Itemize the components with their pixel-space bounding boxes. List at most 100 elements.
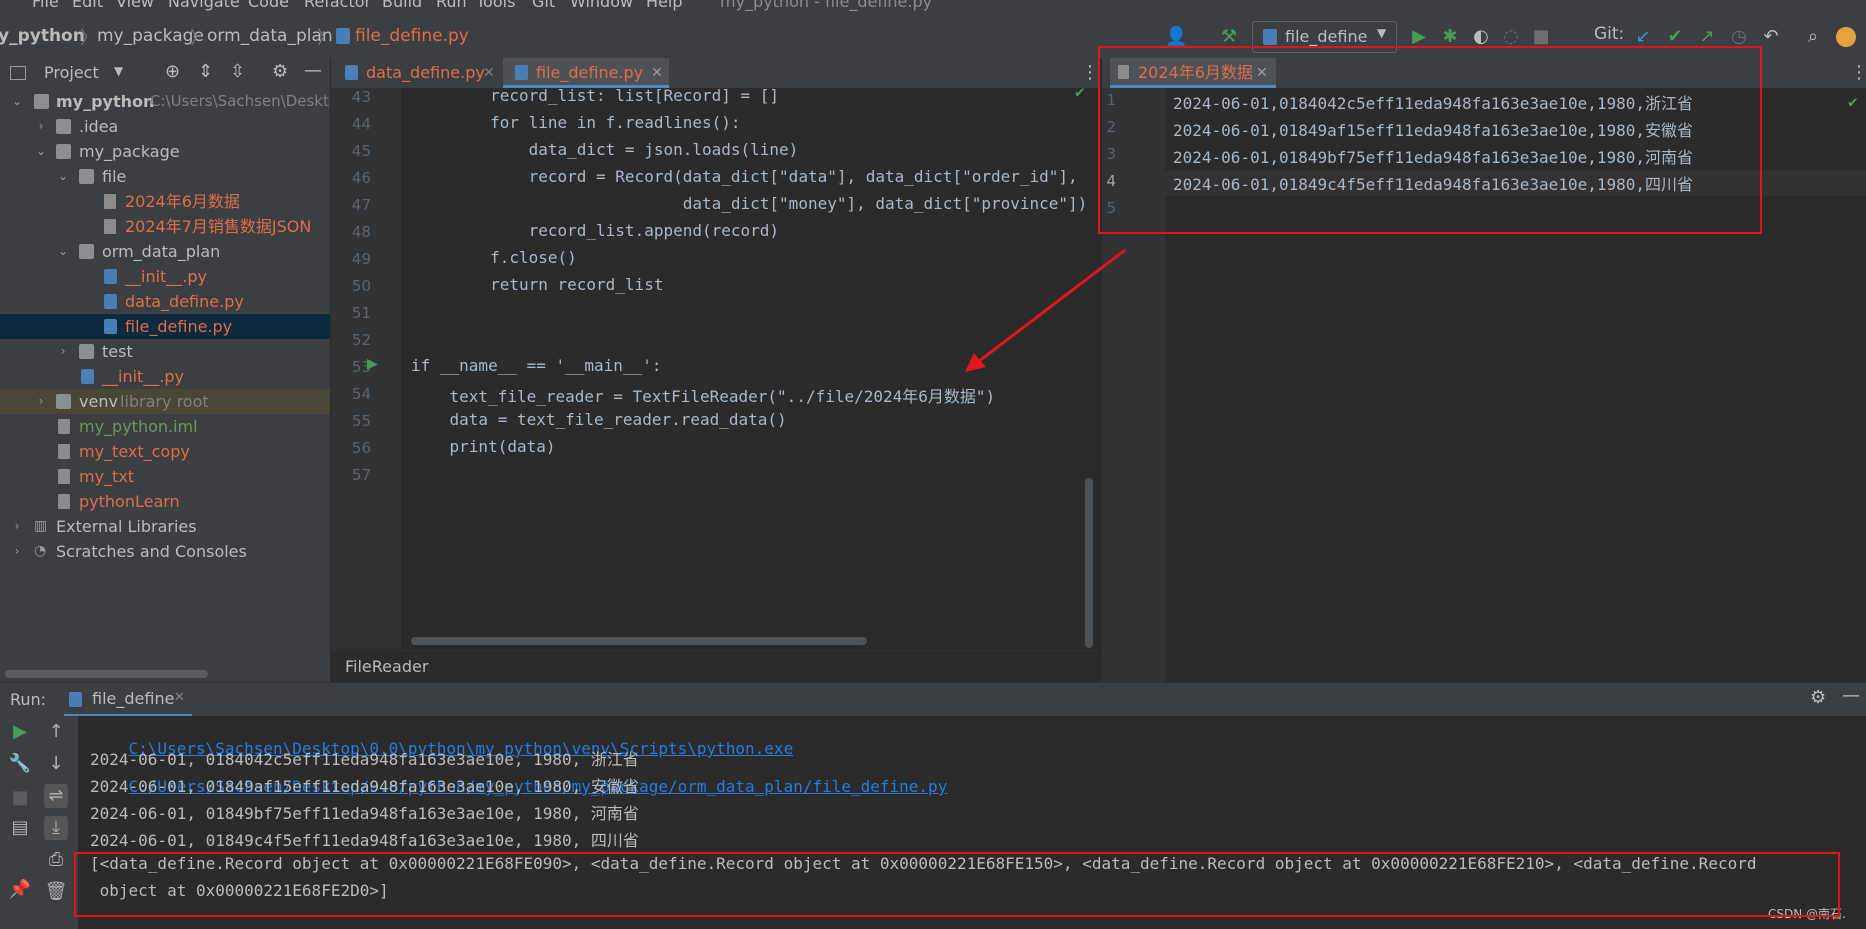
wrench-icon[interactable]: 🔧 [8,752,32,776]
coverage-icon[interactable]: ◐ [1470,26,1492,48]
profile-icon[interactable]: ◌ [1500,26,1522,48]
expand-all-icon[interactable]: ⇕ [198,61,213,82]
menu-item-code[interactable]: Code [248,0,289,11]
tree-item-file-define[interactable]: file_define.py [0,314,330,339]
code-line-45: data_dict = json.loads(line) [413,140,799,159]
gear-icon[interactable]: ⚙ [272,61,288,82]
code-text: data_dict["money"], data_dict["province"… [413,194,1088,213]
menu-item-help[interactable]: Help [646,0,682,11]
tree-item-iml[interactable]: my_python.iml [0,414,330,439]
close-icon[interactable]: ✕ [174,690,185,705]
debug-icon[interactable]: ✱ [1439,26,1461,48]
project-panel-title[interactable]: Project [44,63,99,82]
tree-item-july-json[interactable]: 2024年7月销售数据JSON [0,214,330,239]
up-arrow-icon[interactable]: ↑ [44,720,68,744]
chevron-down-icon[interactable]: ▼ [114,64,123,78]
layout-icon[interactable]: ▤ [8,816,32,840]
tree-label: file [102,167,127,186]
tree-item-python-learn[interactable]: pythonLearn [0,489,330,514]
more-tabs-icon[interactable]: ⋮ [1081,62,1099,83]
tree-item-file-folder[interactable]: ⌄ file [0,164,330,189]
tree-item-text-copy[interactable]: my_text_copy [0,439,330,464]
editor-horizontal-scrollbar[interactable] [411,637,867,645]
menu-item-view[interactable]: View [116,0,154,11]
menu-item-window[interactable]: Window [570,0,633,11]
breadcrumb-file[interactable]: file_define.py [355,26,469,46]
menu-item-file[interactable]: File [32,0,59,11]
rerun-icon[interactable]: ▶ [8,720,32,744]
soft-wrap-icon[interactable]: ⇌ [44,784,68,808]
menu-item-git[interactable]: Git [532,0,555,11]
minimize-icon[interactable]: — [1842,685,1860,706]
tree-item-test[interactable]: › test [0,339,330,364]
menu-item-navigate[interactable]: Navigate [168,0,240,11]
breadcrumb-orm[interactable]: orm_data_plan [207,26,333,46]
hammer-build-icon[interactable]: ⚒ [1218,26,1240,48]
scroll-to-end-icon[interactable]: ⤓ [44,816,68,840]
tab-file-define[interactable]: file_define.py ✕ [503,58,669,88]
tree-item-external-libraries[interactable]: › ▥ External Libraries [0,514,330,539]
python-file-icon [336,28,350,44]
tree-item-orm-data-plan[interactable]: ⌄ orm_data_plan [0,239,330,264]
menu-item-refactor[interactable]: Refactor [304,0,371,11]
run-gutter-icon[interactable]: ▶ [367,356,378,372]
tree-item-june-data[interactable]: 2024年6月数据 [0,189,330,214]
git-label: Git: [1594,24,1625,44]
code-text: data_dict = json.loads(line) [413,140,799,159]
pin-icon[interactable]: 📌 [8,878,32,902]
collapse-all-icon[interactable]: ⇳ [230,61,245,82]
tree-label: my_text_copy [79,442,190,461]
stop-icon[interactable]: ■ [1530,26,1552,48]
tree-item-data-define[interactable]: data_define.py [0,289,330,314]
tree-item-venv[interactable]: › venv library root [0,389,330,414]
breadcrumb-project[interactable]: y_python [0,26,85,46]
rollback-icon[interactable]: ↶ [1760,26,1782,48]
menu-item-build[interactable]: Build [382,0,422,11]
gear-icon[interactable]: ⚙ [1810,687,1826,708]
minimize-icon[interactable]: — [304,60,322,81]
text-file-icon [104,194,116,209]
tree-item-my-txt[interactable]: my_txt [0,464,330,489]
print-icon[interactable]: ⎙ [44,848,68,872]
breadcrumb-separator: 〉 [80,28,98,49]
updates-icon[interactable] [1836,27,1856,47]
tree-item-package-init[interactable]: __init__.py [0,364,330,389]
git-push-icon[interactable]: ↗ [1696,26,1718,48]
close-icon[interactable]: ✕ [651,58,663,88]
vertical-scrollbar[interactable] [1085,478,1093,648]
folder-icon [79,244,94,259]
code-line-50: return record_list [413,275,663,294]
git-update-icon[interactable]: ↙ [1632,26,1654,48]
tree-item-init-py[interactable]: __init__.py [0,264,330,289]
tree-item-idea[interactable]: › .idea [0,114,330,139]
user-icon[interactable]: 👤 [1165,26,1187,48]
folder-icon [56,119,71,134]
tree-item-root[interactable]: ⌄ my_python C:\Users\Sachsen\Desktop [0,89,330,114]
tree-item-scratches[interactable]: › ◔ Scratches and Consoles [0,539,330,564]
trash-icon[interactable]: 🗑 [44,880,68,904]
breadcrumb-package[interactable]: my_package [97,26,204,46]
history-icon[interactable]: ◷ [1728,26,1750,48]
tree-label: External Libraries [56,517,197,536]
horizontal-scrollbar[interactable] [5,670,208,678]
locate-icon[interactable]: ⊕ [165,61,180,82]
menu-item-tools[interactable]: Tools [476,0,515,11]
menu-item-edit[interactable]: Edit [72,0,103,11]
python-file-icon [104,294,117,309]
editor-breadcrumb[interactable]: FileReader [345,657,428,676]
tab-run-file-define[interactable]: file_define ✕ [64,683,192,717]
tree-label: 2024年6月数据 [125,192,240,211]
search-icon[interactable]: ⌕ [1802,26,1824,48]
editor-breadcrumb-bar: FileReader [331,650,1098,683]
no-problems-check-icon: ✔ [1075,88,1085,101]
highlight-box-file-content [1098,46,1762,234]
tab-data-define[interactable]: data_define.py ✕ [341,58,501,88]
stop-icon[interactable]: ■ [8,786,32,810]
git-commit-icon[interactable]: ✔ [1664,26,1686,48]
close-icon[interactable]: ✕ [483,58,495,88]
tree-item-my-package[interactable]: ⌄ my_package [0,139,330,164]
more-tabs-icon[interactable]: ⋮ [1850,62,1866,83]
menu-item-run[interactable]: Run [436,0,467,11]
run-icon[interactable]: ▶ [1408,26,1430,48]
down-arrow-icon[interactable]: ↓ [44,752,68,776]
